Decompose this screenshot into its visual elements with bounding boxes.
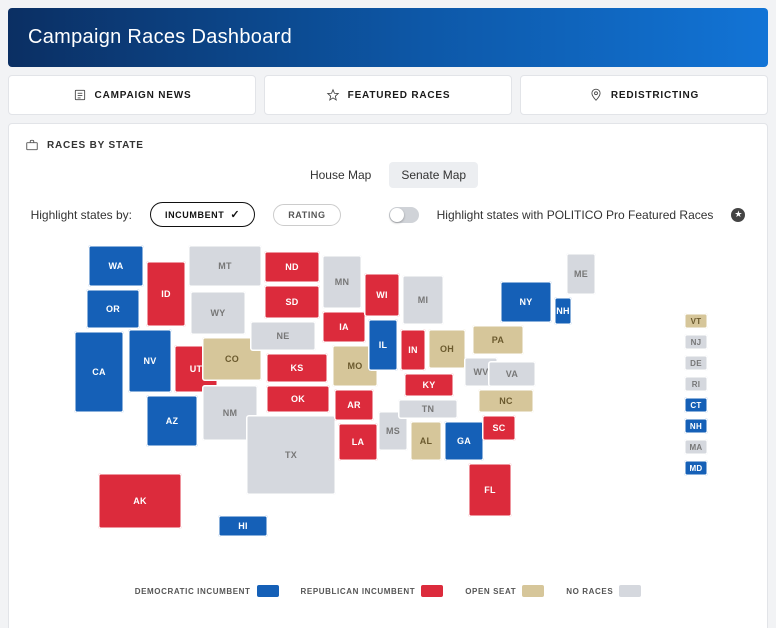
state-sd[interactable]: SD <box>264 285 320 319</box>
check-icon: ✓ <box>230 208 240 221</box>
news-icon <box>73 88 87 102</box>
state-mi[interactable]: MI <box>402 275 444 325</box>
state-il[interactable]: IL <box>368 319 398 371</box>
star-icon <box>326 88 340 102</box>
state-mt[interactable]: MT <box>188 245 262 287</box>
state-fl[interactable]: FL <box>468 463 512 517</box>
state-ky[interactable]: KY <box>404 373 454 397</box>
state-mini-de[interactable]: DE <box>684 355 708 371</box>
state-wa[interactable]: WA <box>88 245 144 287</box>
state-ia[interactable]: IA <box>322 311 366 343</box>
small-state-column: VT NJ DE RI CT NH MA MD <box>684 313 708 476</box>
legend-swatch <box>522 585 544 597</box>
state-mini-nj[interactable]: NJ <box>684 334 708 350</box>
state-wy[interactable]: WY <box>190 291 246 335</box>
state-mini-vt[interactable]: VT <box>684 313 708 329</box>
nav-tabs: CAMPAIGN NEWS FEATURED RACES REDISTRICTI… <box>8 75 768 115</box>
state-ak[interactable]: AK <box>98 473 182 529</box>
state-sc[interactable]: SC <box>482 415 516 441</box>
featured-toggle-label: Highlight states with POLITICO Pro Featu… <box>437 208 714 222</box>
legend-label: NO RACES <box>566 587 613 596</box>
map-type-tabs: House Map Senate Map <box>25 162 751 188</box>
legend-swatch <box>421 585 443 597</box>
state-mini-md[interactable]: MD <box>684 460 708 476</box>
state-ny[interactable]: NY <box>500 281 552 323</box>
pill-label: RATING <box>288 210 325 220</box>
state-va[interactable]: VA <box>488 361 536 387</box>
state-al[interactable]: AL <box>410 421 442 461</box>
state-pa[interactable]: PA <box>472 325 524 355</box>
legend-label: DEMOCRATIC INCUMBENT <box>135 587 251 596</box>
legend-open: OPEN SEAT <box>465 585 544 597</box>
state-nc[interactable]: NC <box>478 389 534 413</box>
state-in[interactable]: IN <box>400 329 426 371</box>
tab-label: REDISTRICTING <box>611 90 699 101</box>
legend-none: NO RACES <box>566 585 641 597</box>
map-legend: DEMOCRATIC INCUMBENT REPUBLICAN INCUMBEN… <box>25 585 751 597</box>
panel-title-text: RACES BY STATE <box>47 140 144 151</box>
map-tab-label: Senate Map <box>401 168 466 182</box>
tab-redistricting[interactable]: REDISTRICTING <box>520 75 768 115</box>
state-az[interactable]: AZ <box>146 395 198 447</box>
state-id[interactable]: ID <box>146 261 186 327</box>
state-tx[interactable]: TX <box>246 415 336 495</box>
state-nv[interactable]: NV <box>128 329 172 393</box>
map-pin-icon <box>589 88 603 102</box>
legend-dem: DEMOCRATIC INCUMBENT <box>135 585 279 597</box>
tab-featured-races[interactable]: FEATURED RACES <box>264 75 512 115</box>
tab-campaign-news[interactable]: CAMPAIGN NEWS <box>8 75 256 115</box>
state-nh[interactable]: NH <box>554 297 572 325</box>
state-me[interactable]: ME <box>566 253 596 295</box>
state-wi[interactable]: WI <box>364 273 400 317</box>
featured-toggle[interactable] <box>389 207 419 223</box>
pill-label: INCUMBENT <box>165 210 224 220</box>
state-mn[interactable]: MN <box>322 255 362 309</box>
panel-heading: RACES BY STATE <box>25 138 751 152</box>
state-tn[interactable]: TN <box>398 399 458 419</box>
legend-label: REPUBLICAN INCUMBENT <box>301 587 416 596</box>
us-map: VTNJDERICTNHMAMD WAORCAIDNVAZUTMTWYCONMN… <box>68 237 708 577</box>
state-or[interactable]: OR <box>86 289 140 329</box>
state-ne[interactable]: NE <box>250 321 316 351</box>
highlight-rating-pill[interactable]: RATING <box>273 204 340 226</box>
legend-label: OPEN SEAT <box>465 587 516 596</box>
state-mini-ri[interactable]: RI <box>684 376 708 392</box>
page-title: Campaign Races Dashboard <box>8 8 768 67</box>
legend-swatch <box>619 585 641 597</box>
map-controls: Highlight states by: INCUMBENT ✓ RATING … <box>25 202 751 227</box>
state-ok[interactable]: OK <box>266 385 330 413</box>
highlight-by-label: Highlight states by: <box>31 208 132 222</box>
map-tab-label: House Map <box>310 168 371 182</box>
state-mini-ct[interactable]: CT <box>684 397 708 413</box>
races-panel: RACES BY STATE House Map Senate Map High… <box>8 123 768 628</box>
highlight-incumbent-pill[interactable]: INCUMBENT ✓ <box>150 202 255 227</box>
state-oh[interactable]: OH <box>428 329 466 369</box>
state-la[interactable]: LA <box>338 423 378 461</box>
map-tab-house[interactable]: House Map <box>298 162 383 188</box>
tab-label: FEATURED RACES <box>348 90 451 101</box>
state-ga[interactable]: GA <box>444 421 484 461</box>
map-tab-senate[interactable]: Senate Map <box>389 162 478 188</box>
state-ks[interactable]: KS <box>266 353 328 383</box>
page-title-text: Campaign Races Dashboard <box>28 26 292 48</box>
briefcase-icon <box>25 138 39 152</box>
star-badge-icon: ★ <box>731 208 745 222</box>
tab-label: CAMPAIGN NEWS <box>95 90 192 101</box>
legend-rep: REPUBLICAN INCUMBENT <box>301 585 444 597</box>
state-nd[interactable]: ND <box>264 251 320 283</box>
state-mini-ma[interactable]: MA <box>684 439 708 455</box>
state-ar[interactable]: AR <box>334 389 374 421</box>
state-hi[interactable]: HI <box>218 515 268 537</box>
state-ca[interactable]: CA <box>74 331 124 413</box>
state-mini-nh[interactable]: NH <box>684 418 708 434</box>
legend-swatch <box>257 585 279 597</box>
